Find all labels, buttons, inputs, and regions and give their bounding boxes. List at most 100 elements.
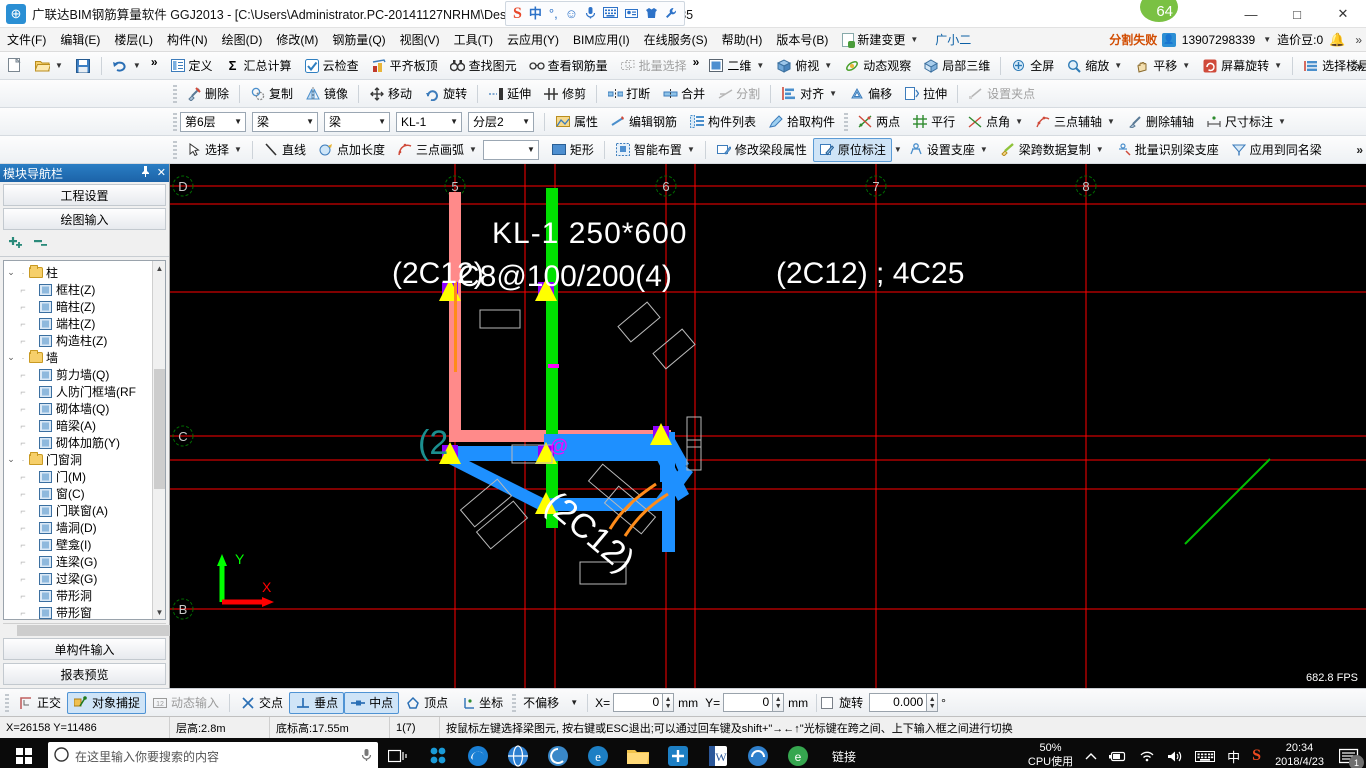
menu-overflow-icon[interactable]: » <box>1351 33 1362 47</box>
view-rebar-button[interactable]: 查看钢筋量 <box>523 54 614 78</box>
tree-item-hidden-column-icon[interactable]: ⌐ 暗柱(Z) <box>4 298 165 315</box>
tree-item-door-window-icon[interactable]: ⌐ 门联窗(A) <box>4 502 165 519</box>
move-button[interactable]: 移动 <box>363 82 418 106</box>
parallel-button[interactable]: 平行 <box>906 110 961 134</box>
close-button[interactable]: ✕ <box>1320 0 1366 28</box>
stretch-button[interactable]: 拉伸 <box>898 82 953 106</box>
y-offset-input[interactable]: 0 <box>723 693 774 712</box>
notification-center-button[interactable]: 1 <box>1332 738 1366 768</box>
tree-item-shear-wall-icon[interactable]: ⌐ 剪力墙(Q) <box>4 366 165 383</box>
app-ggj[interactable] <box>658 738 698 768</box>
pick-component-button[interactable]: 拾取构件 <box>762 110 841 134</box>
rotate-spinner[interactable]: ▲ ▼ <box>927 693 939 712</box>
chevron-down-icon[interactable]: ▼ <box>756 61 764 70</box>
sogou-tray-button[interactable]: S <box>1246 738 1267 768</box>
app-word[interactable]: W <box>698 738 738 768</box>
new-file-button[interactable] <box>0 54 28 78</box>
new-change-button[interactable]: 新建变更 ▼ <box>835 29 925 51</box>
chevron-down-icon[interactable]: ▼ <box>378 117 386 126</box>
expand-all-icon[interactable] <box>8 236 25 253</box>
apply-same-beam-button[interactable]: 应用到同名梁 <box>1225 138 1328 162</box>
tree-expand-chevron-down-icon[interactable]: ⌄ <box>4 267 18 278</box>
tree-item-defense-door-wall-icon[interactable]: ⌐ 人防门框墙(RF <box>4 383 165 400</box>
rotate-checkbox[interactable] <box>821 696 834 709</box>
toolbar-grip[interactable] <box>173 84 177 103</box>
menu-item-tools[interactable]: 工具(T) <box>447 29 500 51</box>
align-button[interactable]: 对齐 ▼ <box>775 82 843 106</box>
taskbar-clock[interactable]: 20:34 2018/4/23 <box>1267 742 1332 768</box>
tree-item-end-column-icon[interactable]: ⌐ 端柱(Z) <box>4 315 165 332</box>
dynamic-input-button[interactable]: 12 动态输入 <box>146 692 225 714</box>
rectangle-button[interactable]: 矩形 <box>545 138 600 162</box>
tree-item-folder-icon[interactable]: ⌄ · 门窗洞 <box>4 451 165 468</box>
undo-button[interactable]: ▼ <box>106 54 147 78</box>
ime-settings-icon[interactable] <box>665 7 677 21</box>
menu-item-help[interactable]: 帮助(H) <box>715 29 770 51</box>
cloud-check-button[interactable]: 云检查 <box>298 54 365 78</box>
tree-item-window-icon[interactable]: ⌐ 窗(C) <box>4 485 165 502</box>
chevron-down-icon[interactable]: ▼ <box>1015 117 1023 126</box>
chevron-down-icon[interactable]: ▼ <box>829 89 837 98</box>
three-point-axis-button[interactable]: 三点辅轴 ▼ <box>1029 110 1121 134</box>
menu-item-modify[interactable]: 修改(M) <box>269 29 325 51</box>
menu-item-floor[interactable]: 楼层(L) <box>107 29 160 51</box>
tree-item-lintel-icon[interactable]: ⌐ 过梁(G) <box>4 570 165 587</box>
x-offset-spinner[interactable]: ▲ ▼ <box>663 693 675 712</box>
rotate-input[interactable]: 0.000 <box>869 693 928 712</box>
break-button[interactable]: 打断 <box>601 82 656 106</box>
taskbar-search[interactable]: 在这里输入你要搜索的内容 <box>48 742 378 768</box>
tree-item-hidden-beam-icon[interactable]: ⌐ 暗梁(A) <box>4 417 165 434</box>
tree-item-niche-icon[interactable]: ⌐ 壁龛(I) <box>4 536 165 553</box>
app-ie[interactable]: e <box>578 738 618 768</box>
project-settings-button[interactable]: 工程设置 <box>3 184 166 206</box>
define-button[interactable]: 定义 <box>164 54 219 78</box>
mirror-button[interactable]: 镜像 <box>299 82 354 106</box>
task-view-button[interactable] <box>378 738 418 768</box>
split-button[interactable]: 分割 <box>711 82 766 106</box>
tree-expand-chevron-down-icon[interactable]: ⌄ <box>4 352 18 363</box>
copy-button[interactable]: 复制 <box>244 82 299 106</box>
component-select[interactable]: KL-1 ▼ <box>396 111 462 132</box>
delete-axis-button[interactable]: 删除辅轴 <box>1121 110 1200 134</box>
app-explorer[interactable] <box>618 738 658 768</box>
maximize-button[interactable]: □ <box>1274 0 1320 28</box>
find-element-button[interactable]: 查找图元 <box>444 54 523 78</box>
chevron-down-icon[interactable]: ▼ <box>687 145 695 154</box>
align-slab-top-button[interactable]: 平齐板顶 <box>365 54 444 78</box>
component-list-button[interactable]: 构件列表 <box>683 110 762 134</box>
collapse-all-icon[interactable] <box>33 236 50 253</box>
ime-emoji-icon[interactable]: ☺ <box>565 7 578 20</box>
chevron-down-icon[interactable]: ▼ <box>133 61 141 70</box>
object-snap-button[interactable]: 对象捕捉 <box>67 691 147 714</box>
batch-select-button[interactable]: 批量选择 <box>614 54 693 78</box>
tree-item-masonry-wall-icon[interactable]: ⌐ 砌体墙(Q) <box>4 400 165 417</box>
ime-indicator[interactable]: 中 <box>1221 738 1246 768</box>
floor-select[interactable]: 第6层 ▼ <box>180 111 246 132</box>
intersection-snap-button[interactable]: 交点 <box>234 692 289 714</box>
menu-item-edit[interactable]: 编辑(E) <box>53 29 107 51</box>
tree-item-folder-icon[interactable]: ⌄ · 墙 <box>4 349 165 366</box>
local-3d-button[interactable]: 局部三维 <box>917 54 996 78</box>
trim-button[interactable]: 修剪 <box>537 82 592 106</box>
dynamic-observe-button[interactable]: 动态观察 <box>838 54 917 78</box>
category-select[interactable]: 梁 ▼ <box>252 111 318 132</box>
toolbar-grip[interactable] <box>844 112 849 131</box>
ime-keyboard-icon[interactable] <box>603 7 619 20</box>
ime-card-icon[interactable] <box>625 7 639 20</box>
toolbar4-overflow-icon[interactable]: » <box>1356 143 1363 157</box>
zoom-button[interactable]: 缩放 ▼ <box>1060 54 1128 78</box>
snapbar-grip[interactable] <box>5 693 9 712</box>
view-2d-button[interactable]: 二维 ▼ <box>702 54 770 78</box>
extend-button[interactable]: 延伸 <box>482 82 537 106</box>
layer-select[interactable]: 分层2 ▼ <box>468 111 534 132</box>
ime-punctuation-icon[interactable]: °, <box>549 7 558 20</box>
menu-item-file[interactable]: 文件(F) <box>0 29 53 51</box>
start-button[interactable] <box>0 738 48 768</box>
quick-access-overflow-icon[interactable]: » <box>147 55 164 76</box>
edit-beam-segment-button[interactable]: 修改梁段属性 <box>710 138 813 162</box>
report-preview-button[interactable]: 报表预览 <box>3 663 166 685</box>
tree-expand-chevron-down-icon[interactable]: ⌄ <box>4 454 18 465</box>
open-file-button[interactable]: ▼ <box>28 54 69 78</box>
rotate-button[interactable]: 旋转 <box>418 82 473 106</box>
app-browser2[interactable] <box>538 738 578 768</box>
